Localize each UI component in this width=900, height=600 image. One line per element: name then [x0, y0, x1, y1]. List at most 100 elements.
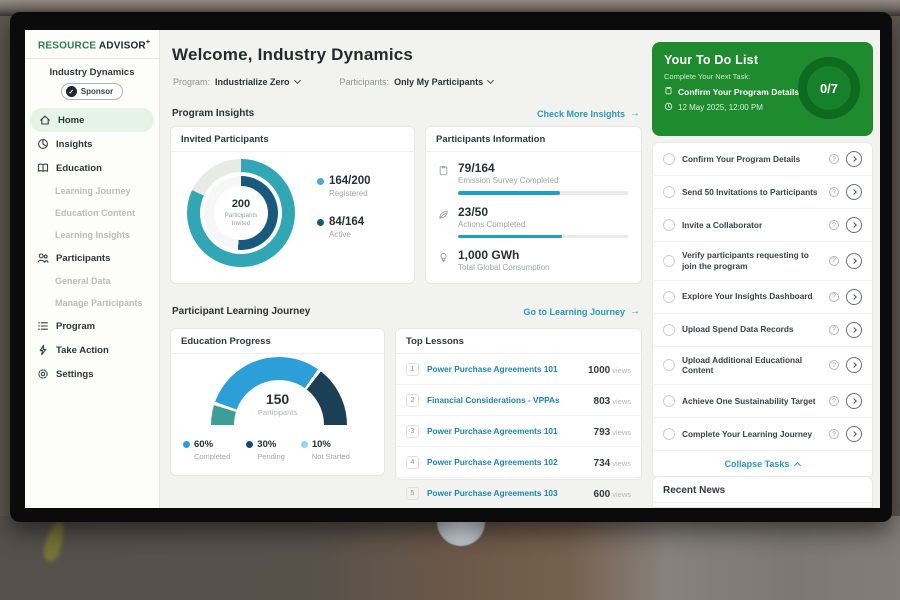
sidebar-item-label: Settings: [56, 369, 93, 380]
task-row: Confirm Your Program Details ?: [653, 143, 872, 176]
people-icon: [37, 252, 49, 264]
sidebar-item-general-data[interactable]: General Data: [25, 270, 159, 292]
invited-participants-donut-chart: 200 Participants Invited: [187, 159, 295, 267]
lesson-link[interactable]: Power Purchase Agreements 102: [427, 457, 586, 467]
main-content: Welcome, Industry Dynamics Program: Indu…: [160, 30, 654, 508]
sidebar-item-participants[interactable]: Participants: [25, 246, 159, 270]
task-open-button[interactable]: [846, 322, 862, 338]
task-open-button[interactable]: [846, 184, 862, 200]
card-title: Invited Participants: [171, 127, 414, 152]
go-to-learning-journey-link[interactable]: Go to Learning Journey →: [523, 306, 640, 317]
lesson-link[interactable]: Power Purchase Agreements 101: [427, 426, 586, 436]
chevron-right-icon: [851, 431, 857, 437]
program-filter[interactable]: Program: Industrialize Zero: [173, 77, 300, 87]
chevron-right-icon: [851, 156, 857, 162]
views-suffix: views: [612, 459, 631, 468]
sidebar-item-education[interactable]: Education: [25, 156, 159, 180]
task-checkbox[interactable]: [663, 359, 675, 371]
sidebar-item-label: Program: [56, 321, 95, 332]
sponsor-badge-label: Sponsor: [81, 87, 113, 96]
lesson-link[interactable]: Financial Considerations - VPPAs: [427, 395, 586, 405]
lesson-link[interactable]: Power Purchase Agreements 103: [427, 488, 586, 498]
sidebar-item-manage-participants[interactable]: Manage Participants: [25, 292, 159, 314]
task-open-button[interactable]: [846, 357, 862, 373]
lesson-views: 803: [594, 396, 611, 407]
list-icon: [37, 320, 49, 332]
todo-task-list: Confirm Your Program Details ? Send 50 I…: [652, 142, 873, 479]
clipboard-icon: [664, 86, 673, 97]
card-title: Education Progress: [171, 329, 384, 354]
sponsor-badge[interactable]: ✓ Sponsor: [61, 83, 123, 100]
sidebar-item-settings[interactable]: Settings: [25, 362, 159, 386]
registered-label: Registered: [329, 189, 371, 198]
program-filter-value: Industrialize Zero: [215, 77, 290, 87]
invited-count: 200: [232, 198, 250, 210]
help-icon[interactable]: ?: [829, 292, 839, 302]
chevron-right-icon: [851, 189, 857, 195]
help-icon[interactable]: ?: [829, 154, 839, 164]
lesson-rank: 3: [406, 425, 419, 438]
sidebar-item-take-action[interactable]: Take Action: [25, 338, 159, 362]
task-row: Upload Spend Data Records ?: [653, 314, 872, 347]
task-label: Invite a Collaborator: [682, 220, 822, 231]
invited-participants-card: Invited Participants 200 Participants In…: [170, 126, 415, 284]
help-icon[interactable]: ?: [829, 220, 839, 230]
task-open-button[interactable]: [846, 253, 862, 269]
active-label: Active: [329, 230, 371, 239]
home-icon: [39, 114, 51, 126]
help-icon[interactable]: ?: [829, 187, 839, 197]
sidebar-item-label: Manage Participants: [55, 298, 143, 308]
sidebar-item-education-content[interactable]: Education Content: [25, 202, 159, 224]
sidebar-item-insights[interactable]: Insights: [25, 132, 159, 156]
lesson-views: 1000: [588, 365, 610, 376]
task-checkbox[interactable]: [663, 428, 675, 440]
task-checkbox[interactable]: [663, 219, 675, 231]
task-open-button[interactable]: [846, 289, 862, 305]
legend-item-pending: 30% Pending: [246, 439, 285, 461]
help-icon[interactable]: ?: [829, 256, 839, 266]
todo-due-label: 12 May 2025, 12:00 PM: [678, 103, 763, 112]
lesson-row: 4 Power Purchase Agreements 102 734views: [396, 447, 641, 478]
task-open-button[interactable]: [846, 217, 862, 233]
check-more-insights-link[interactable]: Check More Insights →: [537, 108, 640, 119]
help-icon[interactable]: ?: [829, 429, 839, 439]
organization-name: Industry Dynamics: [25, 67, 159, 78]
sidebar-item-program[interactable]: Program: [25, 314, 159, 338]
help-icon[interactable]: ?: [829, 360, 839, 370]
help-icon[interactable]: ?: [829, 396, 839, 406]
task-checkbox[interactable]: [663, 395, 675, 407]
task-open-button[interactable]: [846, 426, 862, 442]
lesson-rank: 4: [406, 456, 419, 469]
lesson-link[interactable]: Power Purchase Agreements 101: [427, 364, 580, 374]
todo-summary-card: Your To Do List Complete Your Next Task:…: [652, 42, 873, 136]
views-suffix: views: [612, 397, 631, 406]
sidebar-item-label: Education: [56, 163, 102, 174]
not-started-label: Not Started: [312, 452, 350, 461]
sidebar-item-learning-insights[interactable]: Learning Insights: [25, 224, 159, 246]
stat-label: Actions Completed: [458, 220, 629, 229]
help-icon[interactable]: ?: [829, 325, 839, 335]
participants-information-body: 79/164 Emission Survey Completed 23/50 A…: [426, 152, 641, 291]
arrow-right-icon: →: [630, 108, 640, 119]
sidebar-item-label: General Data: [55, 276, 111, 286]
task-checkbox[interactable]: [663, 153, 675, 165]
task-open-button[interactable]: [846, 393, 862, 409]
participants-filter[interactable]: Participants: Only My Participants: [340, 77, 494, 87]
task-checkbox[interactable]: [663, 255, 675, 267]
consumption-icon: [438, 250, 449, 261]
clock-icon: [664, 102, 673, 113]
task-checkbox[interactable]: [663, 324, 675, 336]
donut-center: 200 Participants Invited: [217, 189, 265, 237]
arrow-right-icon: →: [630, 306, 640, 317]
chevron-down-icon: [293, 77, 300, 84]
collapse-tasks-link[interactable]: Collapse Tasks: [653, 451, 872, 478]
task-open-button[interactable]: [846, 151, 862, 167]
task-row: Explore Your Insights Dashboard ?: [653, 281, 872, 314]
chevron-right-icon: [851, 363, 857, 369]
task-checkbox[interactable]: [663, 291, 675, 303]
sponsor-icon: ✓: [66, 86, 77, 97]
sidebar-item-home[interactable]: Home: [30, 108, 154, 132]
task-checkbox[interactable]: [663, 186, 675, 198]
sidebar-item-learning-journey[interactable]: Learning Journey: [25, 180, 159, 202]
task-row: Invite a Collaborator ?: [653, 209, 872, 242]
